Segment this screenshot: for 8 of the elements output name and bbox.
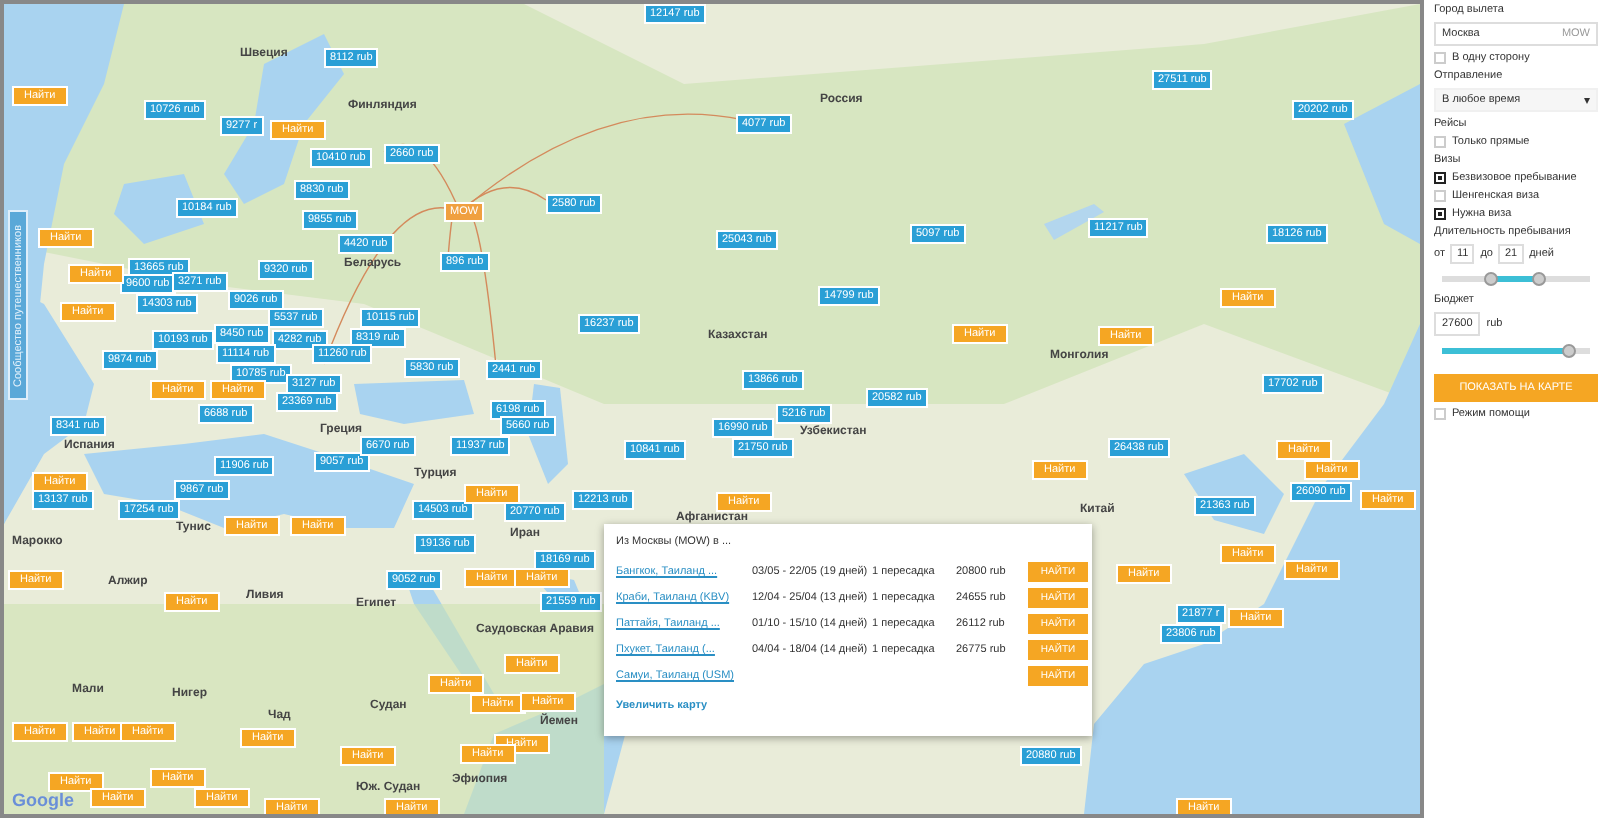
checkbox[interactable]	[1434, 172, 1446, 184]
checkbox[interactable]	[1434, 208, 1446, 220]
budget-slider[interactable]	[1442, 348, 1590, 354]
slider-thumb[interactable]	[1532, 272, 1547, 286]
slider-thumb[interactable]	[1562, 344, 1577, 358]
slider-thumb[interactable]	[1483, 272, 1498, 286]
duration-slider[interactable]	[1442, 276, 1590, 282]
google-logo: Google	[12, 790, 74, 810]
